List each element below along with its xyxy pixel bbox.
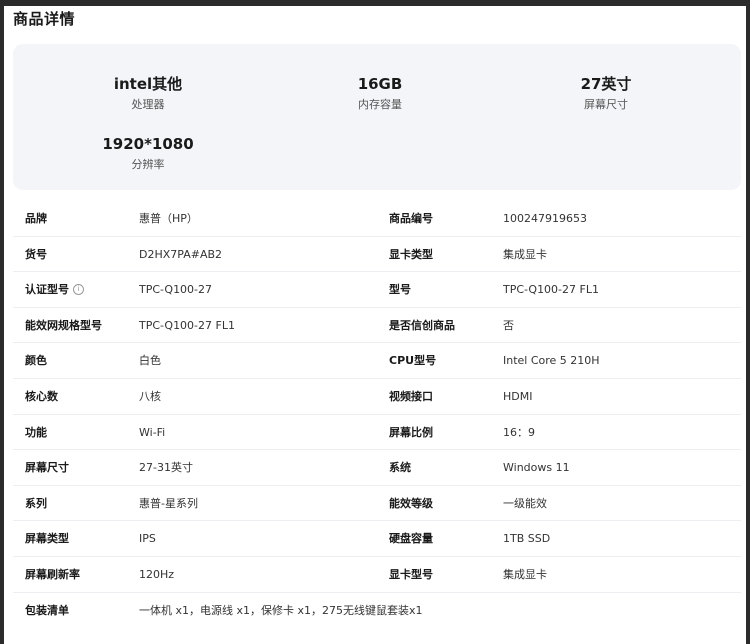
spec-key: 系统 — [389, 461, 411, 475]
spec-key: 颜色 — [25, 354, 47, 368]
spec-value: Wi-Fi — [139, 425, 166, 439]
spec-value: TPC-Q100-27 FL1 — [503, 283, 599, 297]
spec-value: 否 — [503, 318, 514, 332]
summary-label: 分辨率 — [131, 158, 165, 171]
spec-value: D2HX7PA#AB2 — [139, 247, 223, 261]
summary-item-screen-size: 27英寸 屏幕尺寸 — [521, 74, 691, 113]
spec-key: 显卡型号 — [389, 567, 433, 581]
spec-key: 显卡类型 — [389, 247, 433, 261]
product-detail-panel: 商品详情 intel其他 处理器 16GB 内存容量 27英寸 屏幕尺寸 192… — [4, 6, 746, 644]
spec-value: HDMI — [503, 389, 533, 403]
spec-row: 功能 Wi-Fi 屏幕比例 16：9 — [13, 415, 741, 451]
spec-row: 品牌 惠普（HP） 商品编号 100247919653 — [13, 201, 741, 237]
summary-value: intel其他 — [113, 75, 183, 93]
summary-value: 16GB — [357, 75, 403, 93]
spec-value: Windows 11 — [503, 461, 570, 475]
spec-key: 能效网规格型号 — [25, 318, 102, 332]
summary-label: 屏幕尺寸 — [584, 98, 628, 111]
spec-key: 屏幕尺寸 — [25, 461, 69, 475]
spec-value: Intel Core 5 210H — [503, 354, 600, 368]
spec-row: 屏幕尺寸 27-31英寸 系统 Windows 11 — [13, 450, 741, 486]
summary-item-resolution: 1920*1080 分辨率 — [63, 134, 233, 173]
spec-value: 120Hz — [139, 567, 175, 581]
spec-value: 八核 — [139, 389, 161, 403]
key-specs-summary: intel其他 处理器 16GB 内存容量 27英寸 屏幕尺寸 1920*108… — [13, 44, 741, 190]
spec-key: 视频接口 — [389, 389, 433, 403]
spec-row: 货号 D2HX7PA#AB2 显卡类型 集成显卡 — [13, 237, 741, 273]
spec-row: 系列 惠普-星系列 能效等级 一级能效 — [13, 486, 741, 522]
summary-item-memory: 16GB 内存容量 — [295, 74, 465, 113]
spec-table: 品牌 惠普（HP） 商品编号 100247919653 货号 D2HX7PA#A… — [13, 201, 741, 628]
spec-value: 集成显卡 — [503, 567, 547, 581]
spec-key: 屏幕比例 — [389, 425, 433, 439]
spec-value: 白色 — [139, 354, 161, 368]
spec-value: TPC-Q100-27 FL1 — [139, 318, 235, 332]
spec-row: 包装清单 一体机 x1，电源线 x1，保修卡 x1，275无线键鼠套装x1 — [13, 593, 741, 629]
spec-value: 惠普（HP） — [139, 212, 198, 225]
spec-key: 货号 — [25, 247, 47, 261]
summary-label: 内存容量 — [358, 98, 402, 111]
spec-value: 惠普-星系列 — [139, 496, 198, 510]
spec-key: 型号 — [389, 283, 411, 297]
spec-value: TPC-Q100-27 — [139, 283, 213, 297]
spec-key: CPU型号 — [389, 354, 437, 368]
spec-key-text: 认证型号 — [25, 283, 69, 297]
spec-key: 功能 — [25, 425, 47, 439]
spec-key: 硬盘容量 — [389, 532, 433, 546]
spec-key: 能效等级 — [389, 496, 433, 510]
spec-key: 屏幕刷新率 — [25, 567, 80, 581]
spec-row: 屏幕刷新率 120Hz 显卡型号 集成显卡 — [13, 557, 741, 593]
info-icon[interactable]: i — [73, 283, 84, 295]
spec-row: 屏幕类型 IPS 硬盘容量 1TB SSD — [13, 521, 741, 557]
spec-key-with-info: 认证型号 i — [25, 272, 84, 307]
spec-row: 认证型号 i TPC-Q100-27 型号 TPC-Q100-27 FL1 — [13, 272, 741, 308]
spec-value: 一体机 x1，电源线 x1，保修卡 x1，275无线键鼠套装x1 — [139, 603, 423, 617]
spec-value: 1TB SSD — [503, 532, 551, 546]
summary-item-processor: intel其他 处理器 — [63, 74, 233, 113]
spec-key: 品牌 — [25, 212, 47, 225]
spec-key: 包装清单 — [25, 603, 69, 617]
spec-value: 100247919653 — [503, 212, 587, 225]
section-title: 商品详情 — [13, 10, 76, 28]
summary-label: 处理器 — [131, 98, 165, 111]
summary-value: 1920*1080 — [102, 135, 194, 153]
spec-value: 集成显卡 — [503, 247, 547, 261]
spec-value: 一级能效 — [503, 496, 547, 510]
spec-key: 是否信创商品 — [389, 318, 455, 332]
spec-key: 商品编号 — [389, 212, 433, 225]
spec-row: 核心数 八核 视频接口 HDMI — [13, 379, 741, 415]
spec-value: 27-31英寸 — [139, 461, 193, 475]
spec-key: 系列 — [25, 496, 47, 510]
spec-row: 能效网规格型号 TPC-Q100-27 FL1 是否信创商品 否 — [13, 308, 741, 344]
spec-key: 屏幕类型 — [25, 532, 69, 546]
summary-value: 27英寸 — [580, 75, 632, 93]
spec-key: 核心数 — [25, 389, 58, 403]
spec-value: 16：9 — [503, 425, 535, 439]
spec-row: 颜色 白色 CPU型号 Intel Core 5 210H — [13, 343, 741, 379]
spec-value: IPS — [139, 532, 156, 546]
